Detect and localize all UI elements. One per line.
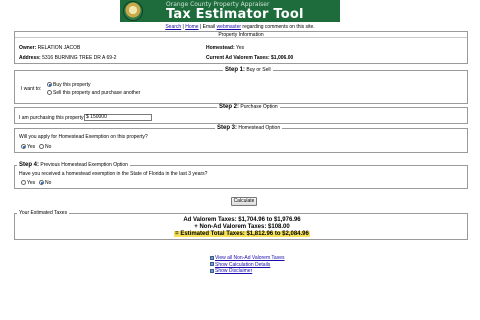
step2-number: Step 2: [219, 104, 240, 110]
homestead-yes-option[interactable]: Yes [21, 144, 35, 150]
estimated-taxes-panel: Your Estimated Taxes Ad Valorem Taxes: $… [14, 210, 469, 240]
bottom-links: View all Non-Ad Valorem Taxes Show Calcu… [210, 255, 284, 275]
webmaster-link[interactable]: webmaster [217, 24, 241, 30]
adval-row: Current Ad Valorem Taxes: $1,006.00 [206, 55, 293, 61]
prev-exemption-yes-option[interactable]: Yes [21, 180, 35, 186]
buy-radio[interactable] [47, 82, 52, 88]
view-non-ad-valorem-link[interactable]: View all Non-Ad Valorem Taxes [215, 255, 284, 261]
homestead-label: Homestead: [206, 45, 235, 51]
owner-value: RELATION JACOB [37, 45, 81, 51]
current-adval-label: Current Ad Valorem Taxes: [206, 55, 270, 61]
homestead-yes-radio[interactable] [21, 144, 26, 150]
estimated-total-row: = Estimated Total Taxes: $1,812.96 to $2… [15, 231, 469, 237]
banner-title: Tax Estimator Tool [166, 7, 304, 22]
step1-number: Step 1: [225, 67, 246, 73]
show-disclaimer-link[interactable]: Show Disclaimer [215, 268, 252, 274]
step4-question: Have you received a homestead exemption … [19, 171, 208, 177]
top-links: Search | Home | Email webmaster regardin… [0, 24, 480, 30]
address-value: 5316 BURNING TREE DR A 69-2 [42, 55, 117, 61]
property-info-heading: Property Information [15, 32, 467, 38]
step3-fieldset: Step 3: Homestead Option Will you apply … [14, 125, 468, 153]
step4-number: Step 4: [19, 162, 40, 168]
header-banner: Orange County Property Appraiser Tax Est… [120, 0, 340, 22]
non-ad-valorem-total: + Non-Ad Valorem Taxes: $108.00 [194, 224, 290, 230]
step1-legend: Step 1: Buy or Sell [223, 67, 273, 73]
sell-option-label: Sell this property and purchase another [53, 90, 141, 96]
prev-exemption-no-option[interactable]: No [39, 180, 51, 186]
step1-prompt: I want to: [21, 86, 42, 92]
address-label: Address: [19, 55, 41, 61]
step4-fieldset: Step 4: Previous Homestead Exemption Opt… [14, 162, 468, 189]
prev-exemption-no-label: No [45, 180, 52, 186]
comments-text: regarding comments on this site. [241, 24, 315, 30]
county-seal-logo [123, 1, 143, 21]
purchase-prompt: I am purchasing this property for: [19, 115, 93, 121]
bullet-icon [210, 262, 214, 267]
home-link[interactable]: Home [185, 24, 198, 30]
step2-fieldset: Step 2: Purchase Option I am purchasing … [14, 104, 468, 124]
owner-label: Owner: [19, 45, 37, 51]
homestead-no-radio[interactable] [39, 144, 44, 150]
bullet-icon [210, 268, 214, 273]
step1-title: Buy or Sell [246, 67, 271, 73]
search-link[interactable]: Search [165, 24, 181, 30]
step2-title: Purchase Option [240, 104, 278, 110]
step3-number: Step 3: [217, 125, 238, 131]
ad-valorem-range: Ad Valorem Taxes: $1,704.96 to $1,976.96 [183, 217, 301, 223]
step1-fieldset: Step 1: Buy or Sell I want to: Buy this … [14, 67, 468, 104]
purchase-price-input[interactable]: $ 150000 [84, 114, 152, 121]
sell-radio[interactable] [47, 90, 52, 96]
prev-exemption-yes-radio[interactable] [21, 180, 26, 186]
step4-legend: Step 4: Previous Homestead Exemption Opt… [17, 162, 130, 168]
step3-title: Homestead Option [238, 125, 281, 131]
step4-title: Previous Homestead Exemption Option [40, 162, 128, 168]
homestead-no-label: No [45, 144, 52, 150]
results-heading: Your Estimated Taxes [17, 210, 70, 216]
estimated-total-range: = Estimated Total Taxes: $1,812.96 to $2… [174, 231, 310, 237]
sell-option[interactable]: Sell this property and purchase another [47, 90, 140, 96]
step2-legend: Step 2: Purchase Option [217, 104, 280, 110]
prev-exemption-no-radio[interactable] [39, 180, 44, 186]
step3-legend: Step 3: Homestead Option [215, 125, 283, 131]
homestead-row: Homestead: Yes [206, 45, 244, 51]
email-text: | Email [198, 24, 217, 30]
prev-exemption-yes-label: Yes [27, 180, 36, 186]
current-adval-value: $1,006.00 [271, 55, 294, 61]
bottom-link-row[interactable]: Show Disclaimer [210, 268, 284, 275]
homestead-value: Yes [235, 45, 245, 51]
buy-option[interactable]: Buy this property [47, 82, 91, 88]
homestead-no-option[interactable]: No [39, 144, 51, 150]
step3-question: Will you apply for Homestead Exemption o… [19, 134, 148, 140]
show-calculation-details-link[interactable]: Show Calculation Details [215, 262, 270, 268]
calculate-button[interactable]: Calculate [231, 197, 257, 206]
property-info-panel: Property Information Owner: RELATION JAC… [14, 31, 468, 64]
bullet-icon [210, 255, 214, 260]
address-row: Address: 5316 BURNING TREE DR A 69-2 [19, 55, 116, 61]
homestead-yes-label: Yes [27, 144, 36, 150]
buy-option-label: Buy this property [53, 82, 91, 88]
owner-row: Owner: RELATION JACOB [19, 45, 80, 51]
